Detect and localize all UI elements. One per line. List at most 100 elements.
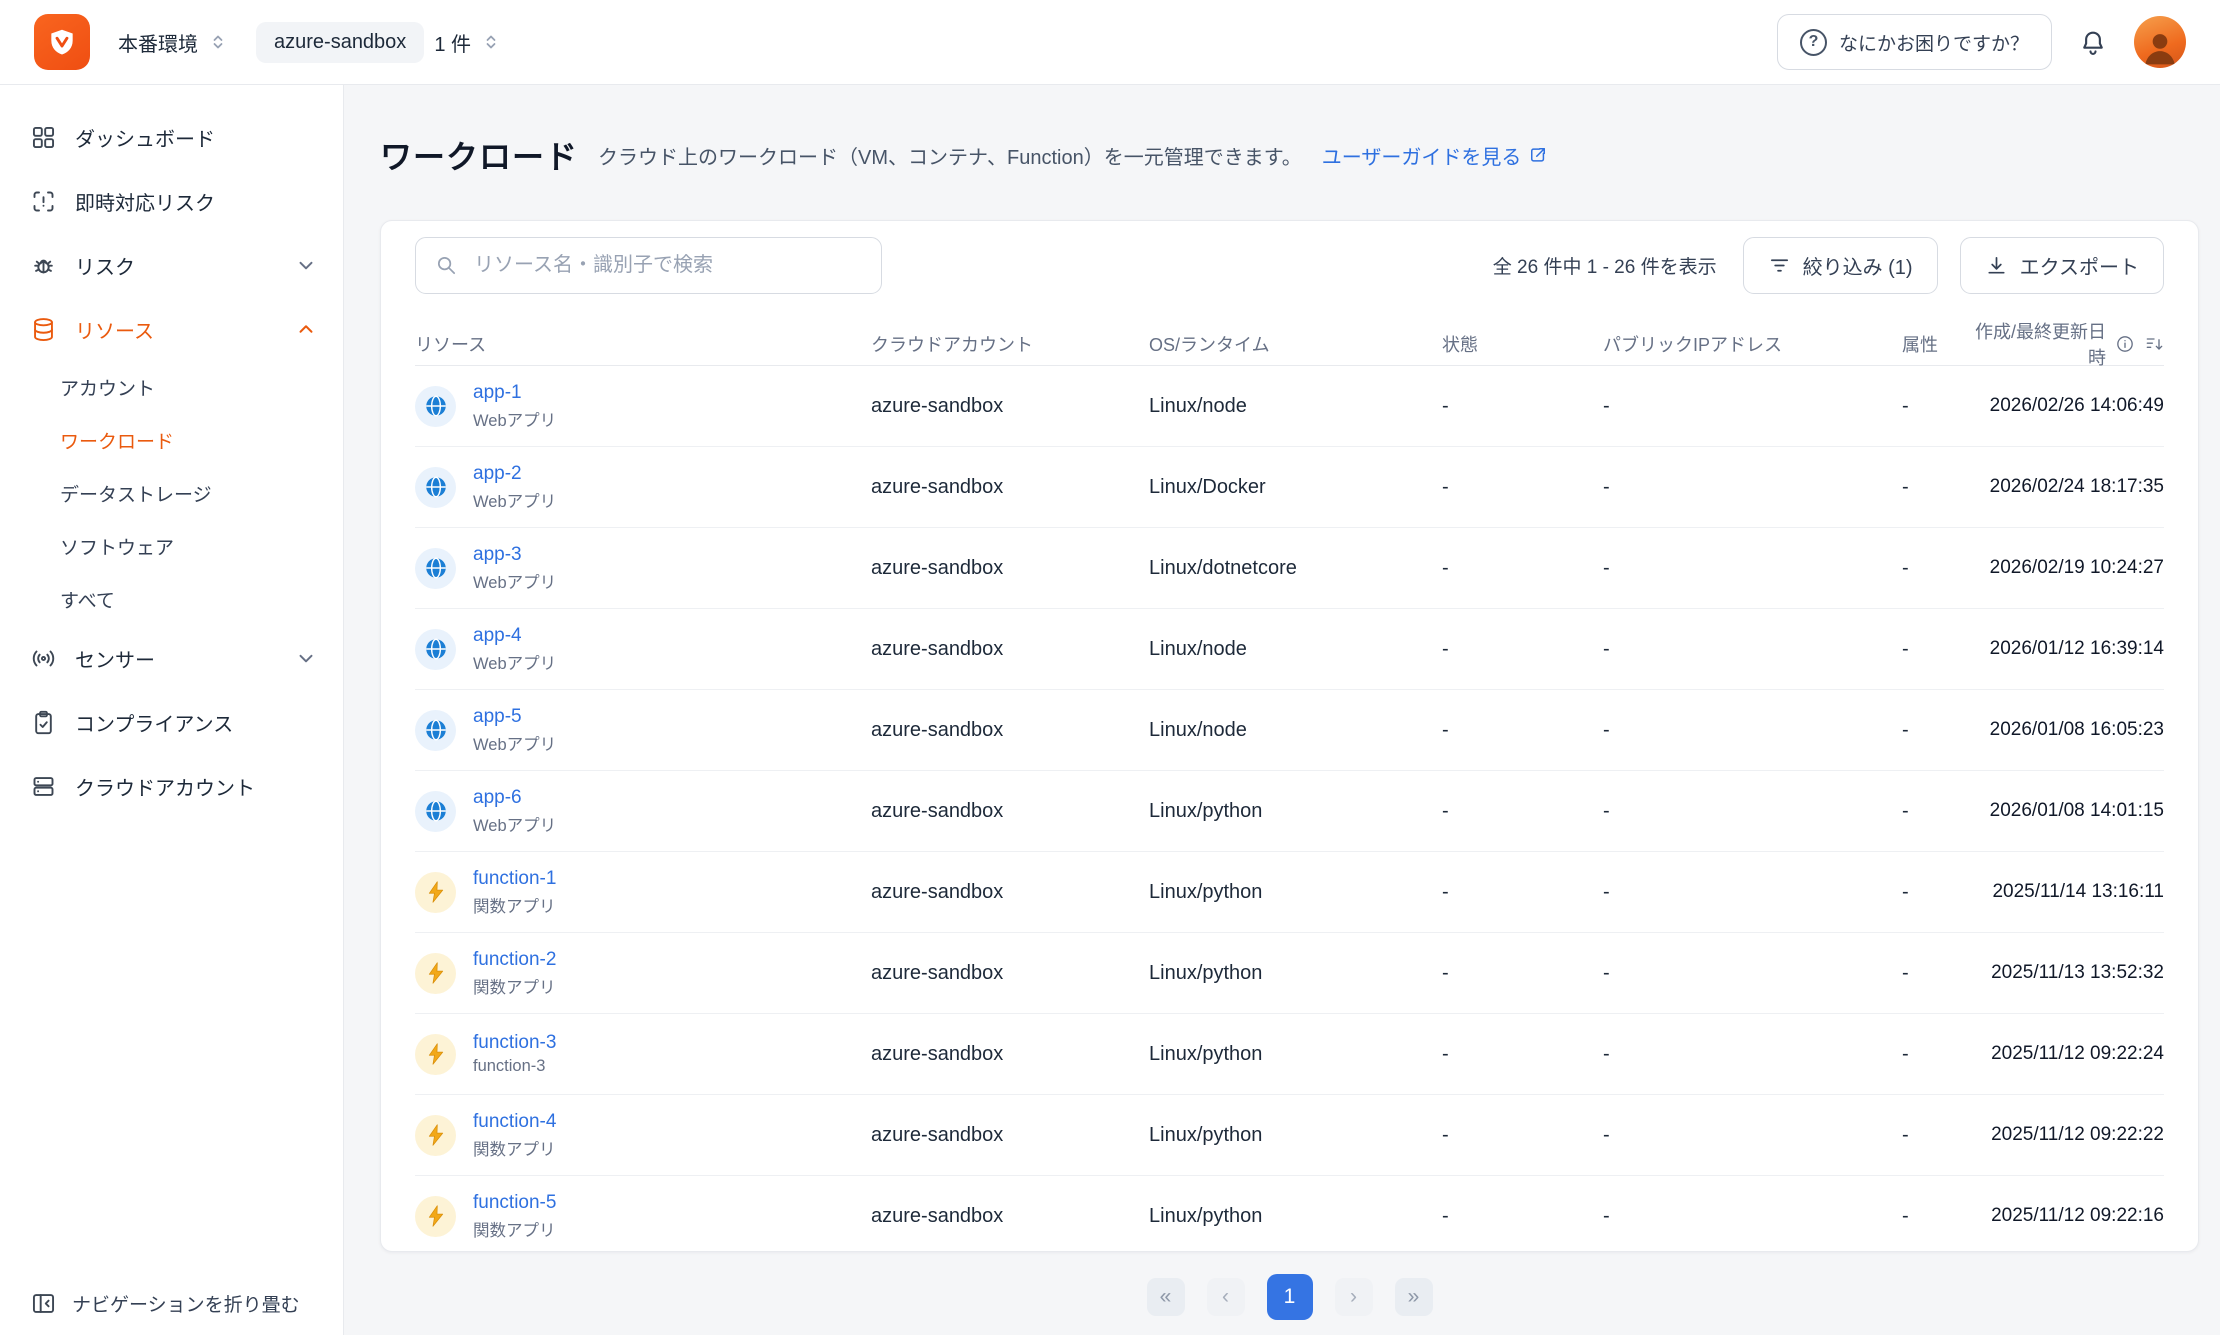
table-header: リソース クラウドアカウント OS/ランタイム 状態 パブリックIPアドレス 属… xyxy=(415,322,2164,366)
info-icon[interactable] xyxy=(2115,334,2135,354)
table-row[interactable]: function-4 関数アプリ azure-sandbox Linux/pyt… xyxy=(415,1095,2164,1176)
resource-name-link[interactable]: app-1 xyxy=(473,382,556,404)
sidebar-collapse-button[interactable]: ナビゲーションを折り畳む xyxy=(0,1271,343,1335)
table-row[interactable]: app-4 Webアプリ azure-sandbox Linux/node - … xyxy=(415,609,2164,690)
sidebar-subitem-label: ワークロード xyxy=(60,427,174,454)
os-runtime-cell: Linux/Docker xyxy=(1149,476,1442,499)
resource-name-link[interactable]: app-3 xyxy=(473,544,556,566)
search-input[interactable] xyxy=(415,237,882,294)
column-header-public-ip: パブリックIPアドレス xyxy=(1603,331,1902,357)
search-icon xyxy=(435,254,458,277)
status-cell: - xyxy=(1442,1043,1603,1066)
public-ip-cell: - xyxy=(1603,476,1902,499)
table-row[interactable]: app-5 Webアプリ azure-sandbox Linux/node - … xyxy=(415,690,2164,771)
help-button[interactable]: ? なにかお困りですか？ xyxy=(1777,14,2052,70)
resource-subtype: 関数アプリ xyxy=(473,893,556,917)
sidebar-subitem-workloads[interactable]: ワークロード xyxy=(0,414,343,467)
notifications-button[interactable] xyxy=(2078,27,2108,57)
resource-cell: function-1 関数アプリ xyxy=(415,868,871,917)
account-count: 1 件 xyxy=(434,28,471,57)
status-cell: - xyxy=(1442,719,1603,742)
page-title: ワークロード xyxy=(380,132,578,178)
updated-at-cell: 2026/02/26 14:06:49 xyxy=(1960,395,2164,417)
filter-button-label: 絞り込み (1) xyxy=(1803,251,1913,280)
sidebar-subitem-label: アカウント xyxy=(60,374,155,401)
table-row[interactable]: function-2 関数アプリ azure-sandbox Linux/pyt… xyxy=(415,933,2164,1014)
attribute-cell: - xyxy=(1902,800,1960,823)
cloud-account-cell: azure-sandbox xyxy=(871,476,1149,499)
resource-cell: app-6 Webアプリ xyxy=(415,787,871,836)
sidebar-item-cloud-accounts[interactable]: クラウドアカウント xyxy=(0,754,343,818)
filter-icon xyxy=(1768,254,1791,277)
updated-at-cell: 2026/02/24 18:17:35 xyxy=(1960,476,2164,498)
resource-type-icon xyxy=(415,467,456,508)
resource-name-link[interactable]: function-4 xyxy=(473,1111,556,1133)
environment-selector[interactable]: 本番環境 xyxy=(118,28,228,57)
table-row[interactable]: app-6 Webアプリ azure-sandbox Linux/python … xyxy=(415,771,2164,852)
cloud-account-cell: azure-sandbox xyxy=(871,395,1149,418)
chevron-up-icon xyxy=(295,318,317,340)
pagination-prev-button[interactable]: ‹ xyxy=(1207,1278,1245,1316)
sidebar-subitem-all[interactable]: すべて xyxy=(0,573,343,626)
sidebar-item-compliance[interactable]: コンプライアンス xyxy=(0,690,343,754)
export-button[interactable]: エクスポート xyxy=(1960,237,2164,294)
table-row[interactable]: function-1 関数アプリ azure-sandbox Linux/pyt… xyxy=(415,852,2164,933)
account-badge: azure-sandbox xyxy=(256,22,424,63)
cloud-account-cell: azure-sandbox xyxy=(871,1124,1149,1147)
public-ip-cell: - xyxy=(1603,1124,1902,1147)
resource-name-link[interactable]: app-4 xyxy=(473,625,556,647)
table-row[interactable]: app-3 Webアプリ azure-sandbox Linux/dotnetc… xyxy=(415,528,2164,609)
sidebar-item-immediate-risk[interactable]: 即時対応リスク xyxy=(0,169,343,233)
resource-name-link[interactable]: app-6 xyxy=(473,787,556,809)
status-cell: - xyxy=(1442,881,1603,904)
chevron-down-icon xyxy=(295,254,317,276)
resource-cell: app-3 Webアプリ xyxy=(415,544,871,593)
table-row[interactable]: app-1 Webアプリ azure-sandbox Linux/node - … xyxy=(415,366,2164,447)
pagination: « ‹ 1 › » xyxy=(380,1274,2199,1320)
resource-subtype: Webアプリ xyxy=(473,731,556,755)
column-header-resource: リソース xyxy=(415,331,871,357)
sidebar-item-label: ダッシュボード xyxy=(75,123,215,152)
sidebar-item-dashboard[interactable]: ダッシュボード xyxy=(0,105,343,169)
cloud-account-selector[interactable]: azure-sandbox 1 件 xyxy=(256,22,501,63)
resource-name-link[interactable]: app-2 xyxy=(473,463,556,485)
updated-at-cell: 2026/01/12 16:39:14 xyxy=(1960,638,2164,660)
user-guide-link[interactable]: ユーザーガイドを見る xyxy=(1322,141,1549,170)
resource-name-link[interactable]: function-2 xyxy=(473,949,556,971)
status-cell: - xyxy=(1442,395,1603,418)
updated-at-cell: 2026/02/19 10:24:27 xyxy=(1960,557,2164,579)
sort-descending-icon[interactable] xyxy=(2144,334,2164,354)
sidebar-subitem-accounts[interactable]: アカウント xyxy=(0,361,343,414)
export-button-label: エクスポート xyxy=(2020,251,2139,280)
table-row[interactable]: app-2 Webアプリ azure-sandbox Linux/Docker … xyxy=(415,447,2164,528)
sidebar-item-resources[interactable]: リソース xyxy=(0,297,343,361)
public-ip-cell: - xyxy=(1603,638,1902,661)
sidebar-item-sensors[interactable]: センサー xyxy=(0,626,343,690)
table-row[interactable]: function-3 function-3 azure-sandbox Linu… xyxy=(415,1014,2164,1095)
filter-button[interactable]: 絞り込み (1) xyxy=(1743,237,1938,294)
updated-at-cell: 2026/01/08 14:01:15 xyxy=(1960,800,2164,822)
updated-at-cell: 2025/11/12 09:22:24 xyxy=(1960,1043,2164,1065)
cloud-account-cell: azure-sandbox xyxy=(871,638,1149,661)
pagination-first-button[interactable]: « xyxy=(1147,1278,1185,1316)
pagination-next-button[interactable]: › xyxy=(1335,1278,1373,1316)
table-row[interactable]: function-5 関数アプリ azure-sandbox Linux/pyt… xyxy=(415,1176,2164,1252)
sidebar-subitem-data-storage[interactable]: データストレージ xyxy=(0,467,343,520)
resource-name-link[interactable]: function-3 xyxy=(473,1032,556,1054)
cloud-account-cell: azure-sandbox xyxy=(871,1205,1149,1228)
app-logo xyxy=(34,14,90,70)
unfold-icon xyxy=(208,32,228,52)
column-header-updated-at[interactable]: 作成/最終更新日時 xyxy=(1960,318,2164,370)
attribute-cell: - xyxy=(1902,395,1960,418)
resource-name-link[interactable]: function-1 xyxy=(473,868,556,890)
resource-name-link[interactable]: app-5 xyxy=(473,706,556,728)
attribute-cell: - xyxy=(1902,719,1960,742)
avatar[interactable] xyxy=(2134,16,2186,68)
user-guide-link-label: ユーザーガイドを見る xyxy=(1322,141,1522,170)
person-icon xyxy=(2138,24,2182,68)
sidebar-item-risk[interactable]: リスク xyxy=(0,233,343,297)
pagination-last-button[interactable]: » xyxy=(1395,1278,1433,1316)
sidebar-subitem-software[interactable]: ソフトウェア xyxy=(0,520,343,573)
pagination-page-1-button[interactable]: 1 xyxy=(1267,1274,1313,1320)
resource-name-link[interactable]: function-5 xyxy=(473,1192,556,1214)
